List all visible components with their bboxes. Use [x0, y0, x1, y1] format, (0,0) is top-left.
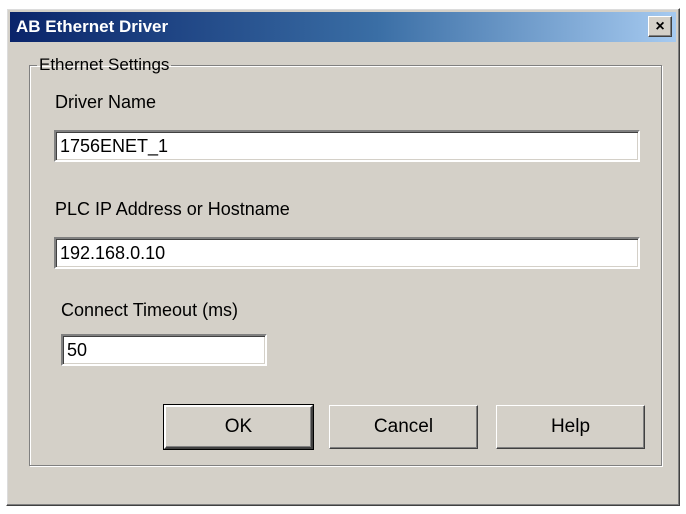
cancel-button[interactable]: Cancel [329, 405, 478, 449]
window-title: AB Ethernet Driver [16, 17, 169, 36]
group-title: Ethernet Settings [39, 55, 170, 74]
close-icon: × [655, 17, 665, 35]
plc-address-input[interactable] [54, 237, 640, 269]
close-button[interactable]: × [648, 16, 672, 37]
title-bar[interactable]: AB Ethernet Driver × [10, 12, 676, 42]
help-button[interactable]: Help [496, 405, 645, 449]
plc-address-label: PLC IP Address or Hostname [55, 199, 290, 219]
connect-timeout-label: Connect Timeout (ms) [61, 300, 239, 320]
connect-timeout-input[interactable] [61, 334, 267, 366]
driver-name-input[interactable] [54, 130, 640, 162]
ok-button[interactable]: OK [163, 404, 314, 450]
driver-name-label: Driver Name [55, 92, 157, 112]
